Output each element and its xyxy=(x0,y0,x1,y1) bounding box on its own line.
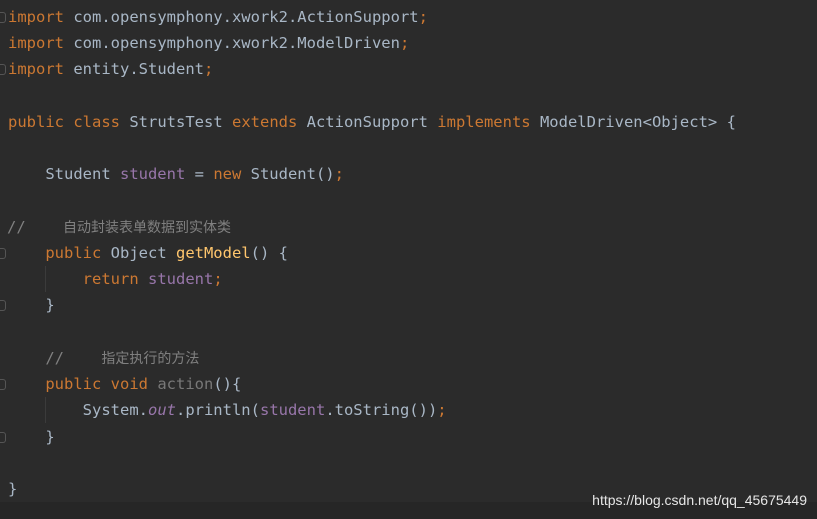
code-line-class-close-brace[interactable]: } xyxy=(8,476,17,502)
keyword-implements: implements xyxy=(427,113,531,131)
fold-marker-icon[interactable] xyxy=(0,12,6,23)
comment-text: 自动封装表单数据到实体类 xyxy=(63,220,231,236)
code-line-comment-method[interactable]: // 指定执行的方法 xyxy=(8,345,199,371)
keyword-import: import xyxy=(8,34,64,52)
system-class: System. xyxy=(8,401,148,419)
import-path: com.opensymphony.xwork2.ModelDriven xyxy=(64,34,400,52)
method-action: action xyxy=(157,375,214,393)
semicolon: ; xyxy=(203,60,214,78)
fold-marker-icon[interactable] xyxy=(0,432,6,443)
fold-marker-icon[interactable] xyxy=(0,248,6,259)
keyword-import: import xyxy=(8,60,64,78)
comment-spaces xyxy=(26,218,63,236)
semicolon: ; xyxy=(437,401,447,419)
field-student: student xyxy=(148,270,214,288)
fold-marker-icon[interactable] xyxy=(0,64,6,75)
interface-name: ModelDriven<Object> { xyxy=(530,113,736,131)
code-line-close-brace[interactable]: } xyxy=(8,292,55,318)
keyword-class: class xyxy=(64,113,120,131)
closing-brace: } xyxy=(8,428,55,446)
method-params: () { xyxy=(250,244,288,262)
field-student: student xyxy=(119,165,186,183)
code-editor[interactable]: import com.opensymphony.xwork2.ActionSup… xyxy=(0,0,817,519)
watermark-url: https://blog.csdn.net/qq_45675449 xyxy=(592,492,807,508)
code-line-field-declaration[interactable]: Student student = new Student(); xyxy=(8,161,344,187)
code-line-action-signature[interactable]: public void action(){ xyxy=(8,371,241,397)
keyword-extends: extends xyxy=(222,113,298,131)
closing-brace: } xyxy=(8,296,55,314)
comment-slashes: // xyxy=(8,349,64,367)
code-line-class-declaration[interactable]: public class StrutsTest extends ActionSu… xyxy=(8,109,736,135)
import-path: com.opensymphony.xwork2.ActionSupport xyxy=(64,8,419,26)
keyword-public: public xyxy=(8,244,102,262)
code-line-return-statement[interactable]: return student; xyxy=(8,266,223,292)
semicolon: ; xyxy=(399,34,410,52)
return-type: Object xyxy=(101,244,176,262)
code-line-close-brace[interactable]: } xyxy=(8,424,55,450)
closing-brace: } xyxy=(8,480,18,498)
keyword-new: new xyxy=(213,165,242,183)
keyword-import: import xyxy=(8,8,64,26)
static-field-out: out xyxy=(147,401,176,419)
keyword-public: public xyxy=(8,113,64,131)
semicolon: ; xyxy=(213,270,223,288)
keyword-void: void xyxy=(101,375,148,393)
comment-text: 指定执行的方法 xyxy=(101,351,200,367)
semicolon: ; xyxy=(418,8,428,26)
comment-slashes: // xyxy=(7,218,26,236)
code-line-println[interactable]: System.out.println(student.toString()); xyxy=(8,397,447,423)
constructor-call: Student() xyxy=(241,165,335,183)
tostring-call: .toString()) xyxy=(325,401,438,419)
code-line-import-student[interactable]: import entity.Student; xyxy=(8,56,213,82)
field-type: Student xyxy=(8,165,120,183)
field-student: student xyxy=(259,401,326,419)
class-name: StrutsTest xyxy=(120,113,223,131)
code-line-get-model-signature[interactable]: public Object getModel() { xyxy=(8,240,288,266)
code-line-import-action-support[interactable]: import com.opensymphony.xwork2.ActionSup… xyxy=(8,4,428,30)
keyword-public: public xyxy=(8,375,102,393)
semicolon: ; xyxy=(334,165,344,183)
parent-class: ActionSupport xyxy=(297,113,428,131)
println-call: .println( xyxy=(175,401,260,419)
import-path: entity.Student xyxy=(64,60,204,78)
fold-marker-icon[interactable] xyxy=(0,379,6,390)
comment-spaces xyxy=(64,349,101,367)
method-get-model: getModel xyxy=(175,244,251,262)
method-params: (){ xyxy=(213,375,242,393)
code-line-comment-auto-wrap[interactable]: // 自动封装表单数据到实体类 xyxy=(7,214,231,240)
code-line-import-model-driven[interactable]: import com.opensymphony.xwork2.ModelDriv… xyxy=(8,30,409,56)
fold-marker-icon[interactable] xyxy=(0,300,6,311)
assign-operator: = xyxy=(185,165,214,183)
keyword-return: return xyxy=(82,270,139,288)
